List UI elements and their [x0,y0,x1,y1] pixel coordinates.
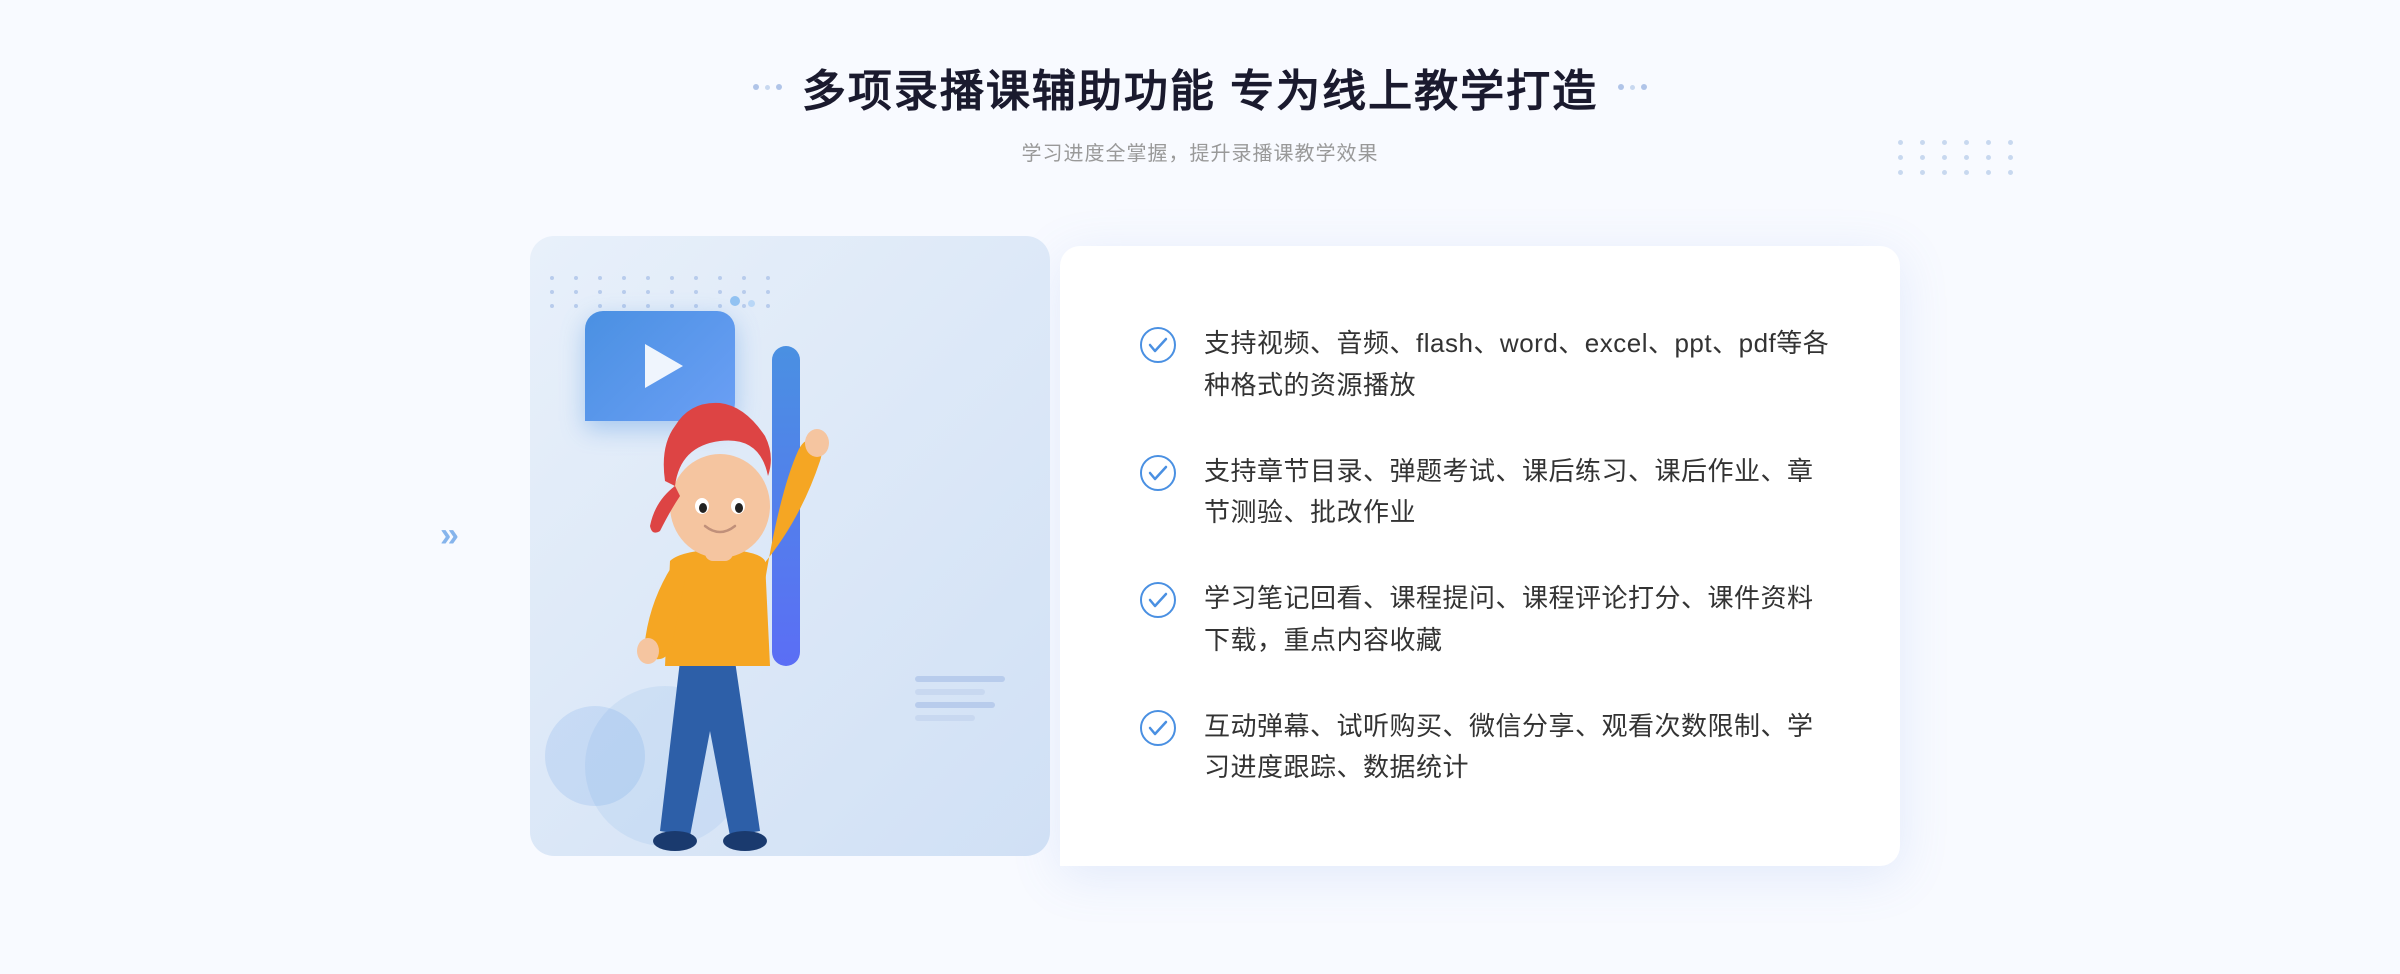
main-content: » 支持视频、音频、flash、word、excel、ppt、pdf等各种格式的… [500,216,1900,896]
glow-dots [730,296,755,307]
feature-item-2: 支持章节目录、弹题考试、课后练习、课后作业、章节测验、批改作业 [1140,451,1830,534]
page-header: 多项录播课辅助功能 专为线上教学打造 学习进度全掌握，提升录播课教学效果 [753,0,1647,166]
dot-4 [1618,84,1624,90]
title-dots-right [1618,84,1647,90]
dot-2 [765,85,770,90]
page-title: 多项录播课辅助功能 专为线上教学打造 [802,55,1598,119]
dot-1 [753,84,759,90]
dot-6 [1641,84,1647,90]
title-dots-left [753,84,782,90]
features-panel: 支持视频、音频、flash、word、excel、ppt、pdf等各种格式的资源… [1060,246,1900,866]
check-icon-2 [1140,455,1176,491]
left-chevrons: » [440,516,459,555]
page-subtitle: 学习进度全掌握，提升录播课教学效果 [753,137,1647,166]
stripe-decoration [915,676,1005,721]
feature-text-2: 支持章节目录、弹题考试、课后练习、课后作业、章节测验、批改作业 [1204,451,1830,534]
feature-item-4: 互动弹幕、试听购买、微信分享、观看次数限制、学习进度跟踪、数据统计 [1140,706,1830,789]
feature-text-3: 学习笔记回看、课程提问、课程评论打分、课件资料下载，重点内容收藏 [1204,578,1830,661]
feature-item-1: 支持视频、音频、flash、word、excel、ppt、pdf等各种格式的资源… [1140,323,1830,406]
feature-text-4: 互动弹幕、试听购买、微信分享、观看次数限制、学习进度跟踪、数据统计 [1204,706,1830,789]
dot-3 [776,84,782,90]
title-wrapper: 多项录播课辅助功能 专为线上教学打造 [753,55,1647,119]
dot-decoration-top [1898,140,2020,175]
feature-text-1: 支持视频、音频、flash、word、excel、ppt、pdf等各种格式的资源… [1204,323,1830,406]
check-icon-1 [1140,327,1176,363]
page-container: 多项录播课辅助功能 专为线上教学打造 学习进度全掌握，提升录播课教学效果 [0,0,2400,974]
feature-item-3: 学习笔记回看、课程提问、课程评论打分、课件资料下载，重点内容收藏 [1140,578,1830,661]
check-icon-3 [1140,582,1176,618]
character-illustration [580,381,860,866]
dot-5 [1630,85,1635,90]
illustration-panel [500,216,1080,896]
check-icon-4 [1140,710,1176,746]
